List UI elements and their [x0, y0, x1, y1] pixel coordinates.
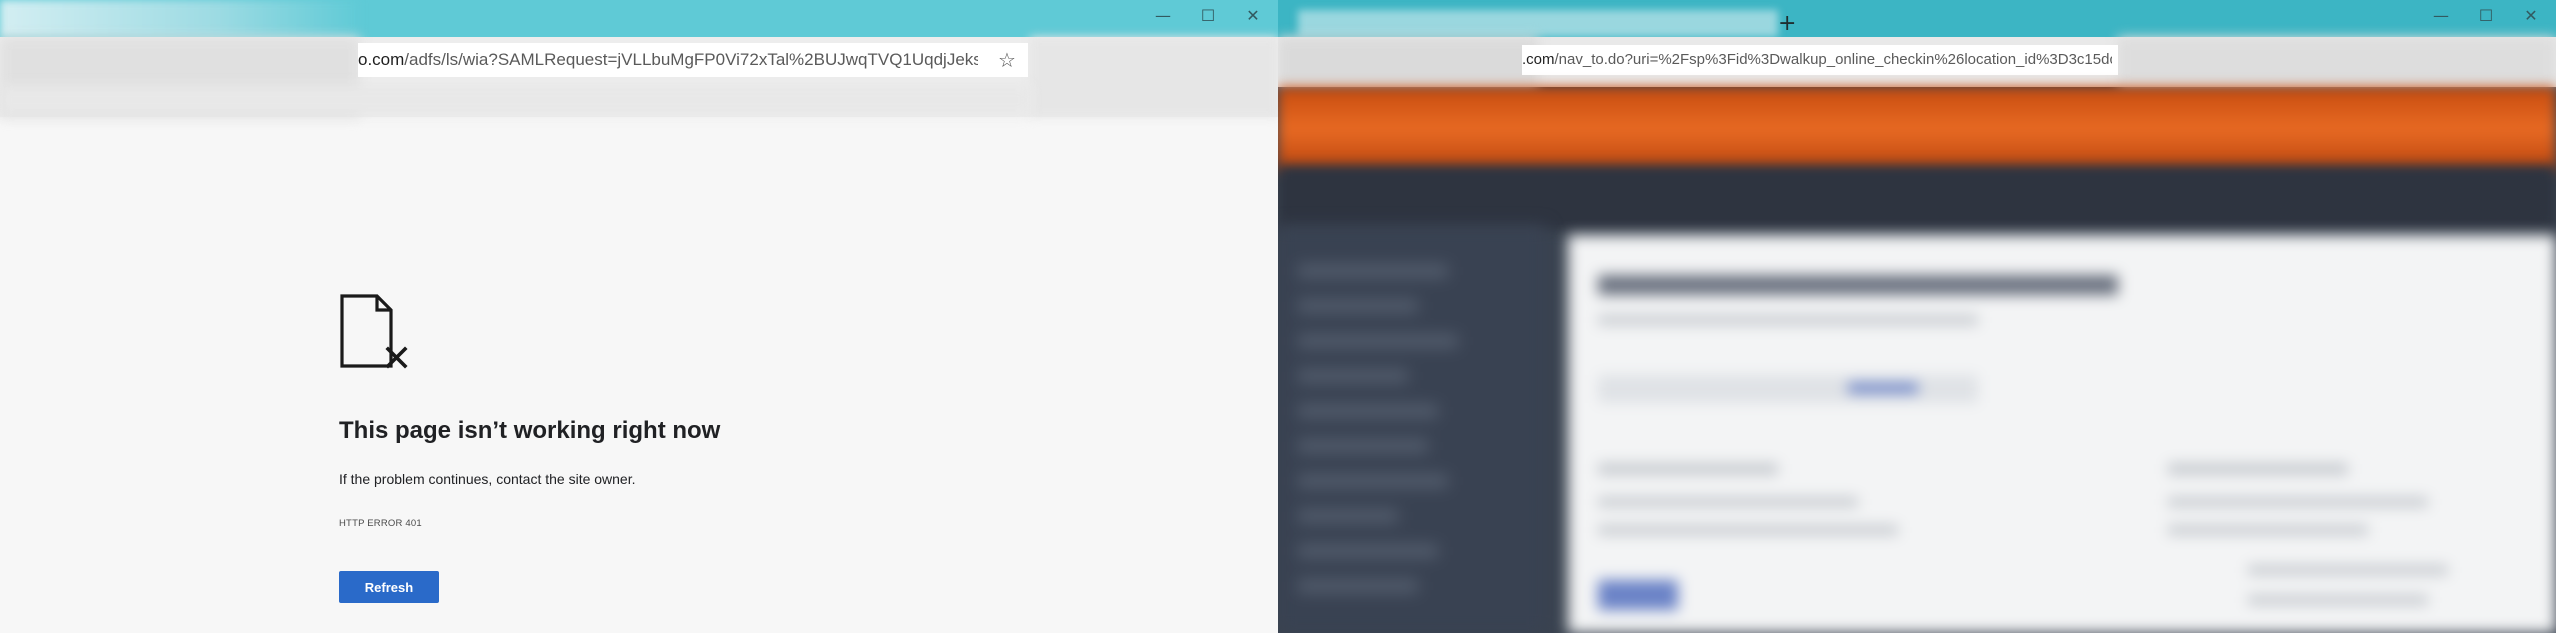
right-toolbar: .com/nav_to.do?uri=%2Fsp%3Fid%3Dwalkup_o… — [1278, 37, 2556, 87]
left-extensions-blurred — [1030, 37, 1278, 117]
new-tab-button[interactable]: + — [1778, 11, 1796, 37]
app-subnav-blurred — [1278, 165, 2556, 230]
right-tab-blurred[interactable] — [1298, 10, 1778, 37]
bookmark-star-icon[interactable]: ☆ — [998, 43, 1016, 77]
refresh-button[interactable]: Refresh — [339, 571, 439, 603]
right-browser-window: + — ☐ ✕ .com/nav_to.do?uri=%2Fsp%3Fid%3D… — [1278, 0, 2556, 633]
right-url-path: /nav_to.do?uri=%2Fsp%3Fid%3Dwalkup_onlin… — [1554, 51, 2112, 68]
left-toolbar: o.com/adfs/ls/wia?SAMLRequest=jVLLbuMgFP… — [0, 37, 1278, 117]
left-tab-strip-blurred — [0, 0, 360, 37]
left-address-bar[interactable]: o.com/adfs/ls/wia?SAMLRequest=jVLLbuMgFP… — [358, 43, 1028, 77]
right-url-domain: .com — [1522, 51, 1555, 68]
left-title-bar: — ☐ ✕ — [0, 0, 1278, 37]
right-nav-buttons-blurred — [1278, 37, 1538, 87]
right-maximize-button[interactable]: ☐ — [2471, 4, 2501, 28]
right-minimize-button[interactable]: — — [2426, 4, 2456, 28]
app-header-blurred — [1278, 87, 2556, 172]
error-message: If the problem continues, contact the si… — [339, 471, 636, 487]
right-title-bar: + — ☐ ✕ — [1278, 0, 2556, 37]
left-close-button[interactable]: ✕ — [1238, 4, 1268, 28]
left-browser-window: — ☐ ✕ o.com/adfs/ls/wia?SAMLRequest=jVLL… — [0, 0, 1278, 633]
left-maximize-button[interactable]: ☐ — [1193, 4, 1223, 28]
left-url-path: /adfs/ls/wia?SAMLRequest=jVLLbuMgFP0Vi72… — [404, 50, 978, 69]
left-url-domain: o.com — [358, 50, 405, 69]
error-title: This page isn’t working right now — [339, 417, 721, 444]
error-page-content: This page isn’t working right now If the… — [339, 293, 1039, 613]
right-address-bar[interactable]: .com/nav_to.do?uri=%2Fsp%3Fid%3Dwalkup_o… — [1522, 45, 2118, 75]
right-extensions-blurred — [2118, 37, 2556, 87]
left-url-text[interactable]: o.com/adfs/ls/wia?SAMLRequest=jVLLbuMgFP… — [358, 43, 978, 77]
left-bookmarks-bar-blurred — [0, 85, 1030, 115]
right-url-text[interactable]: .com/nav_to.do?uri=%2Fsp%3Fid%3Dwalkup_o… — [1522, 45, 2112, 75]
error-code: HTTP ERROR 401 — [339, 518, 422, 529]
document-error-icon — [340, 294, 408, 369]
right-close-button[interactable]: ✕ — [2516, 4, 2546, 28]
left-minimize-button[interactable]: — — [1148, 4, 1178, 28]
app-sidebar-blurred — [1278, 225, 1546, 633]
app-main-content-blurred — [1568, 235, 2556, 633]
